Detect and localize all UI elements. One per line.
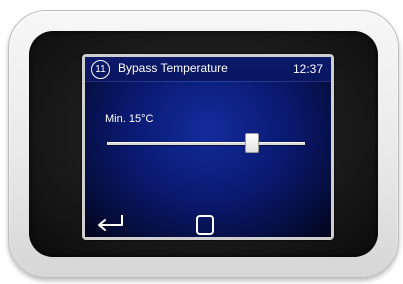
temperature-slider-thumb[interactable] [244,133,259,153]
device-bezel: 11 Bypass Temperature 12:37 Min. 15°C [29,31,378,257]
clock: 12:37 [292,62,323,76]
back-button[interactable] [93,209,127,233]
page-title: Bypass Temperature [118,61,228,75]
thermostat-device: 11 Bypass Temperature 12:37 Min. 15°C [8,10,399,278]
min-temperature-label: Min. 15°C [105,113,154,125]
square-home-icon [196,215,214,235]
temperature-slider-track[interactable] [107,142,305,145]
back-arrow-icon [98,215,123,231]
status-bar: 11 Bypass Temperature 12:37 [85,57,331,82]
touch-screen: 11 Bypass Temperature 12:37 Min. 15°C [85,57,331,237]
screen-frame: 11 Bypass Temperature 12:37 Min. 15°C [82,54,334,240]
step-number-badge: 11 [91,60,110,79]
home-button[interactable] [196,215,214,235]
